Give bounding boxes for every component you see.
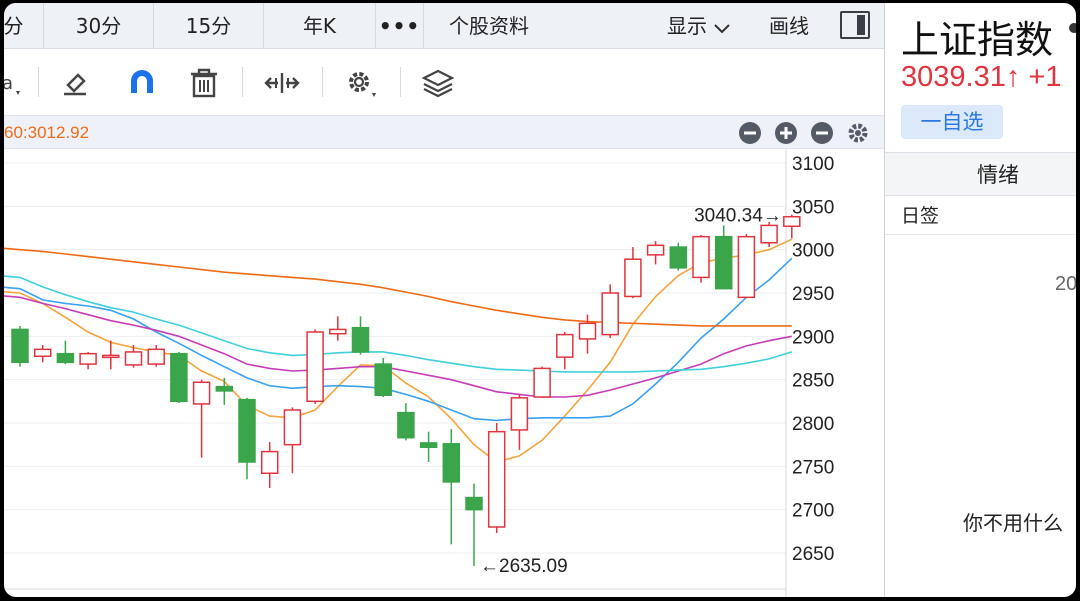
y-tick-label: 2900 xyxy=(792,327,834,348)
candle-body xyxy=(283,409,302,446)
index-price: 3039.31↑ +1 xyxy=(901,61,1062,93)
high-annotation: 3040.34→ xyxy=(694,206,782,227)
candle-body xyxy=(238,398,256,463)
draw-line-button[interactable]: 画线 xyxy=(754,3,824,49)
y-tick-label: 2850 xyxy=(792,371,834,392)
candle-body xyxy=(33,348,52,358)
candle-body xyxy=(147,348,165,365)
candle-body xyxy=(124,351,143,366)
candle-body xyxy=(11,328,29,364)
tab-30min[interactable]: 30分 xyxy=(44,3,154,49)
ma-line xyxy=(4,295,792,398)
candle-body xyxy=(669,246,688,269)
svg-text:a: a xyxy=(4,73,13,94)
daily-sign-header: 日签 xyxy=(885,197,1076,235)
display-label: 显示 xyxy=(667,14,707,38)
period-tab-bar: 分 30分 15分 年K ••• 个股资料 显示 画线 xyxy=(4,3,884,49)
more-tabs-button[interactable]: ••• xyxy=(376,3,424,49)
candle-body xyxy=(192,381,211,405)
toolbar-divider xyxy=(38,67,39,97)
y-tick-label: 3050 xyxy=(792,197,834,218)
candle-body xyxy=(419,442,438,449)
y-tick-label: 2650 xyxy=(792,544,834,565)
toolbar-divider xyxy=(400,67,401,97)
candle-body xyxy=(578,322,597,340)
candle-body xyxy=(79,352,97,365)
trash-icon[interactable] xyxy=(184,63,224,103)
display-menu-button[interactable]: 显示 xyxy=(654,3,744,49)
chart-pane: 分 30分 15分 年K ••• 个股资料 显示 画线 a 60:3012.92… xyxy=(4,3,884,597)
low-annotation: ←2635.09 xyxy=(480,556,568,577)
scale-icon[interactable] xyxy=(262,63,302,103)
candle-body xyxy=(760,224,778,244)
drawing-toolbar: a xyxy=(4,49,884,115)
candle-body xyxy=(306,331,324,403)
text-tool-icon[interactable]: a xyxy=(4,63,26,103)
chevron-down-icon xyxy=(713,5,731,51)
candle-body xyxy=(56,352,75,364)
candle-body xyxy=(737,235,756,299)
y-tick-label: 2700 xyxy=(792,501,834,522)
candle-body xyxy=(487,430,506,528)
tab-minute[interactable]: 分 xyxy=(4,3,44,49)
candle-body xyxy=(397,411,415,439)
eraser-icon[interactable] xyxy=(56,63,96,103)
toolbar-divider xyxy=(322,67,323,97)
magnet-icon[interactable] xyxy=(122,63,162,103)
minus-icon[interactable] xyxy=(810,121,834,145)
app-window: 分 30分 15分 年K ••• 个股资料 显示 画线 a 60:3012.92… xyxy=(4,3,1076,597)
candle-body xyxy=(260,450,279,475)
daily-sign-date: 20 xyxy=(1055,273,1076,295)
settings-icon[interactable] xyxy=(340,63,380,103)
toolbar-divider xyxy=(242,67,243,97)
candle-body xyxy=(374,363,392,397)
more-icon[interactable] xyxy=(1069,23,1076,33)
candle-body xyxy=(533,367,551,398)
y-tick-label: 2800 xyxy=(792,414,834,435)
candle-body xyxy=(714,235,733,290)
candle-body xyxy=(601,292,619,336)
tab-yearly[interactable]: 年K xyxy=(264,3,376,49)
daily-sign-quote: 你不用什么 xyxy=(963,511,1063,535)
indicator-info-bar: 60:3012.92 xyxy=(4,115,884,149)
y-tick-label: 2950 xyxy=(792,284,834,305)
y-tick-label: 3000 xyxy=(792,241,834,262)
ma-line xyxy=(4,257,793,422)
index-name: 上证指数 xyxy=(901,18,1054,62)
candle-body xyxy=(510,397,529,431)
candle-body xyxy=(329,328,347,335)
candle-body xyxy=(556,333,574,358)
tab-stock-profile[interactable]: 个股资料 xyxy=(424,3,554,49)
candle-body xyxy=(102,354,120,359)
candle-body xyxy=(646,244,665,256)
candle-body xyxy=(465,496,483,511)
gear-icon[interactable] xyxy=(846,121,870,145)
kline-chart-svg: 3100 3050 3000 2950 2900 2850 2800 2750 2700 2650… xyxy=(4,149,834,597)
candle-body xyxy=(783,215,801,228)
candle-body xyxy=(351,326,370,353)
candle-body xyxy=(442,443,461,483)
kline-chart[interactable]: 3100 3050 3000 2950 2900 2850 2800 2750 2700 2650… xyxy=(4,149,884,597)
y-tick-label: 3100 xyxy=(792,154,834,175)
zoom-out-icon[interactable] xyxy=(738,121,762,145)
candle-body xyxy=(624,258,642,298)
tab-15min[interactable]: 15分 xyxy=(154,3,264,49)
tab-sentiment[interactable]: 情绪 xyxy=(885,152,1076,196)
layers-icon[interactable] xyxy=(418,63,458,103)
y-tick-label: 2750 xyxy=(792,457,834,478)
index-side-panel: 上证指数 3039.31↑ +1 一自选 情绪 日签 20 你不用什么 xyxy=(884,3,1076,597)
candle-body xyxy=(170,352,188,403)
panel-toggle-icon[interactable] xyxy=(840,11,870,39)
zoom-in-icon[interactable] xyxy=(774,121,798,145)
candle-body xyxy=(215,385,234,392)
candle-body xyxy=(692,235,710,279)
remove-watchlist-button[interactable]: 一自选 xyxy=(901,105,1003,139)
ma60-value: 60:3012.92 xyxy=(4,123,90,142)
